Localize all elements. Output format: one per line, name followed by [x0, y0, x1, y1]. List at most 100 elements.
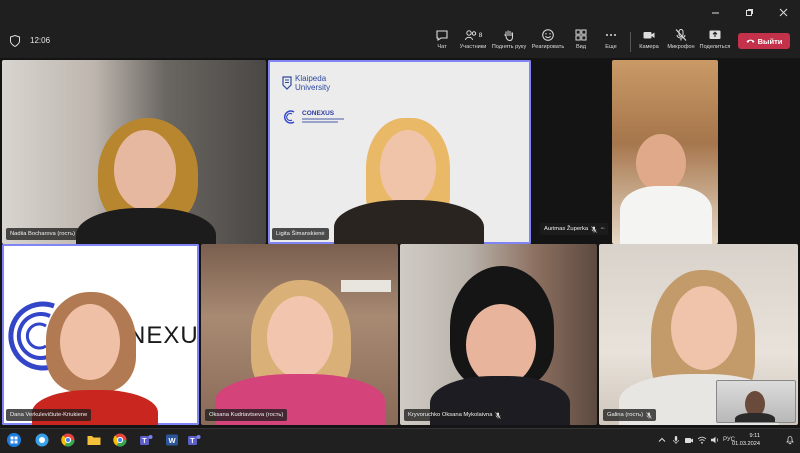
chrome-icon — [61, 433, 75, 447]
participant-face — [636, 134, 686, 192]
participant-face — [267, 296, 333, 378]
participant-nametag: Kryvoruchko Oksana Mykolaivna — [404, 409, 506, 421]
participant-name: Kryvoruchko Oksana Mykolaivna — [408, 412, 493, 418]
participant-face — [114, 130, 176, 210]
leave-button[interactable]: Выйти — [738, 33, 790, 49]
chat-label: Чат — [437, 44, 447, 50]
teams-icon: T — [140, 435, 153, 445]
system-clock[interactable]: 9:11 01.03.2024 — [732, 432, 760, 448]
raise-hand-label: Поднять руку — [491, 44, 527, 50]
word-app[interactable]: W — [164, 432, 180, 448]
start-button[interactable] — [6, 432, 22, 448]
mic-tray-icon[interactable] — [672, 435, 680, 445]
conexus-tagline-line — [302, 121, 338, 123]
minimize-button[interactable] — [698, 0, 732, 24]
window-titlebar — [0, 0, 800, 24]
participant-name: Oksana Kudriavtseva (гость) — [209, 412, 284, 418]
svg-text:T: T — [190, 438, 195, 445]
participant-name: Nadiia Bocharova (гость) — [10, 231, 76, 237]
video-tile[interactable]: NEXU Dana Verkulevičiute-Kriukiene — [2, 244, 199, 425]
people-icon — [464, 30, 476, 41]
air-conditioner — [341, 280, 391, 292]
windows-taskbar: T W T РУС 9:11 01.03.2024 — [0, 428, 800, 450]
video-stage: Nadiia Bocharova (гость) Klaipeda Univer… — [0, 58, 800, 428]
mic-label: Микрофон — [667, 44, 695, 50]
self-view-thumbnail[interactable] — [716, 380, 796, 423]
participant-body — [76, 208, 216, 244]
close-icon — [779, 8, 787, 16]
camera-label: Камера — [639, 44, 659, 50]
video-tile[interactable]: Kryvoruchko Oksana Mykolaivna — [400, 244, 597, 425]
view-label: Вид — [575, 44, 587, 50]
camera-icon — [643, 32, 655, 39]
video-tile[interactable]: Nadiia Bocharova (гость) — [2, 60, 266, 244]
grid-icon — [575, 29, 587, 41]
chevron-up-icon[interactable] — [658, 436, 666, 444]
share-icon — [709, 30, 721, 39]
klaipeda-line1: Klaipeda — [295, 74, 327, 83]
share-button[interactable]: Поделиться — [696, 28, 734, 54]
phone-hangup-icon — [746, 39, 755, 43]
teams-icon: T — [188, 435, 201, 445]
conexus-wordmark: NEXU — [128, 322, 199, 349]
participant-name: Ligita Šimanskienė — [276, 231, 325, 237]
camera-tray-icon[interactable] — [684, 435, 694, 445]
hand-icon — [504, 30, 513, 42]
notification-icon[interactable] — [785, 435, 795, 445]
minimize-icon — [711, 12, 719, 13]
self-view-body — [735, 413, 775, 422]
teams-meeting-app[interactable]: T — [186, 432, 202, 448]
edge-app[interactable] — [34, 432, 50, 448]
mic-muted-icon — [646, 411, 652, 419]
chrome-app[interactable] — [60, 432, 76, 448]
participant-options-button[interactable]: ··· — [600, 223, 605, 235]
mic-muted-icon — [591, 225, 597, 233]
file-explorer-app[interactable] — [86, 432, 102, 448]
participant-body — [334, 200, 484, 244]
participant-name: Dana Verkulevičiute-Kriukiene — [10, 412, 88, 418]
participant-name: Aurimas Župerka — [544, 226, 589, 232]
raise-hand-button[interactable]: Поднять руку — [490, 28, 528, 54]
participant-nametag: Dana Verkulevičiute-Kriukiene — [6, 409, 92, 421]
more-button[interactable]: Еще — [592, 28, 630, 54]
video-tile-active-speaker[interactable]: Klaipeda University CONEXUS Ligita Šiman… — [268, 60, 531, 244]
participants-label: Участники — [459, 44, 487, 50]
video-tile[interactable] — [612, 60, 718, 244]
video-tile[interactable]: Galina (гость) — [599, 244, 798, 425]
wifi-icon[interactable] — [697, 435, 707, 445]
svg-text:W: W — [169, 436, 177, 445]
folder-icon — [87, 436, 101, 445]
shield-icon — [10, 35, 20, 47]
react-label: Реагировать — [531, 44, 565, 50]
clock-time: 9:11 — [749, 433, 760, 439]
participant-nametag: Oksana Kudriavtseva (гость) — [205, 409, 288, 421]
chat-icon — [436, 30, 448, 42]
mic-muted-icon — [495, 411, 502, 419]
chrome-app-2[interactable] — [112, 432, 128, 448]
close-window-button[interactable] — [766, 0, 800, 24]
chrome-icon — [113, 433, 127, 447]
browser-icon — [35, 433, 49, 447]
klaipeda-logo-icon — [282, 76, 292, 90]
participant-nametag: Aurimas Župerka ··· — [540, 223, 609, 235]
participant-body — [620, 186, 712, 244]
volume-icon[interactable] — [710, 435, 720, 445]
window-controls — [698, 0, 800, 24]
more-icon — [606, 34, 616, 36]
maximize-button[interactable] — [732, 0, 766, 24]
mic-off-icon — [675, 29, 687, 41]
mic-button[interactable]: Микрофон — [662, 28, 700, 54]
participant-face — [466, 304, 536, 386]
teams-app[interactable]: T — [138, 432, 154, 448]
klaipeda-wordmark: Klaipeda University — [295, 74, 330, 92]
word-icon: W — [166, 434, 178, 446]
participant-nametag: Ligita Šimanskienė — [272, 228, 329, 240]
clock-date: 01.03.2024 — [732, 441, 760, 447]
participant-count: 8 — [478, 31, 483, 39]
participants-button[interactable]: 8 Участники — [454, 28, 492, 54]
participant-nametag: Galina (гость) — [603, 409, 657, 421]
video-tile[interactable]: Oksana Kudriavtseva (гость) — [201, 244, 398, 425]
participant-nametag: Nadiia Bocharova (гость) — [6, 228, 80, 240]
conexus-logo-icon — [284, 110, 295, 124]
conexus-wordmark: CONEXUS — [302, 110, 335, 117]
